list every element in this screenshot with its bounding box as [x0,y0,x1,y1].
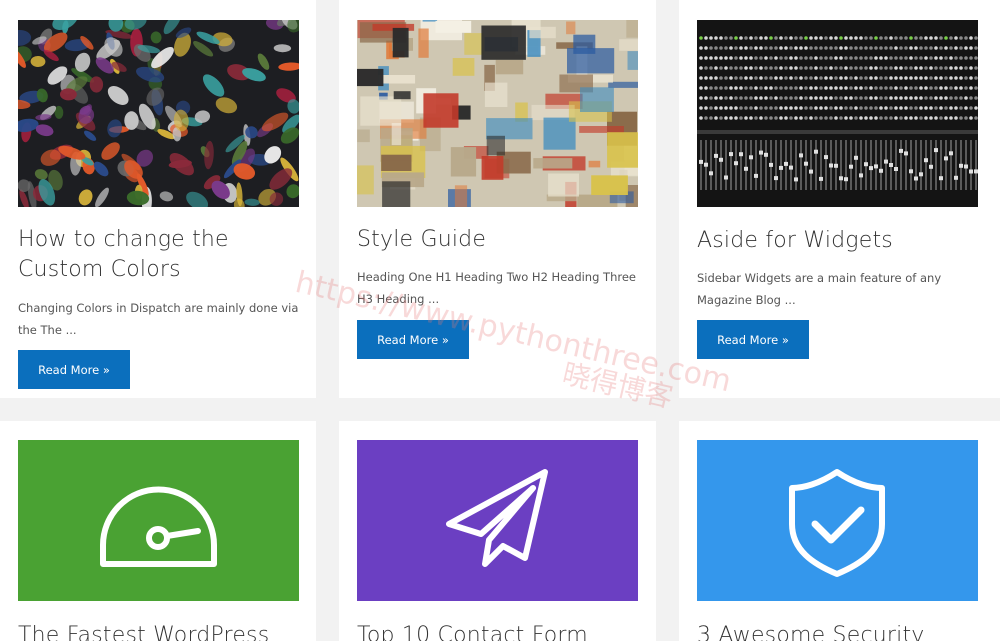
speedometer-icon [100,486,217,567]
post-title[interactable]: The Fastest WordPress [18,621,308,641]
post-card: 3 Awesome Security [679,421,1000,641]
post-excerpt: Heading One H1 Heading Two H2 Heading Th… [357,270,636,306]
post-card: How to change the Custom Colors Changing… [0,0,316,398]
post-title[interactable]: Style Guide [357,225,647,255]
colorful-bottle-caps-image [18,20,299,207]
post-card: The Fastest WordPress [0,421,316,641]
post-thumbnail[interactable] [357,20,638,207]
post-title[interactable]: Top 10 Contact Form [357,621,647,641]
post-title[interactable]: 3 Awesome Security [697,621,987,641]
post-thumbnail[interactable] [18,440,299,601]
post-title[interactable]: How to change the Custom Colors [18,225,308,285]
shield-check-icon [789,469,885,577]
post-card: Top 10 Contact Form [339,421,656,641]
read-more-button[interactable]: Read More » [18,350,130,389]
post-excerpt: Sidebar Widgets are a main feature of an… [697,271,942,307]
post-title[interactable]: Aside for Widgets [697,226,987,256]
post-thumbnail[interactable] [357,440,638,601]
post-grid: How to change the Custom Colors Changing… [0,0,1000,641]
mixing-console-image [697,20,978,207]
read-more-button[interactable]: Read More » [357,320,469,359]
post-thumbnail[interactable] [697,440,978,601]
post-excerpt: Changing Colors in Dispatch are mainly d… [18,301,299,337]
torn-posters-image [357,20,638,207]
paper-plane-icon [446,469,548,567]
post-card: Style Guide Heading One H1 Heading Two H… [339,0,656,398]
post-thumbnail[interactable] [697,20,978,207]
post-card: Aside for Widgets Sidebar Widgets are a … [679,0,1000,398]
post-thumbnail[interactable] [18,20,299,207]
read-more-button[interactable]: Read More » [697,320,809,359]
